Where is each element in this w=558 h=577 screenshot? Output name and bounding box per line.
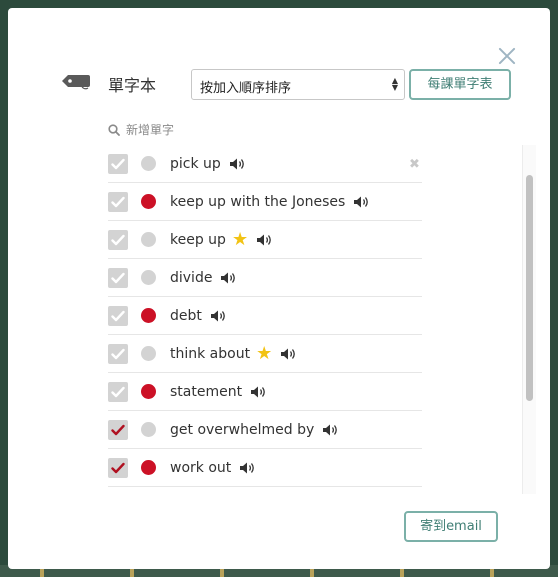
list-item[interactable]: statement [108,373,422,411]
speaker-icon[interactable] [250,385,266,399]
speaker-icon[interactable] [280,347,296,361]
word-text: think about [170,345,251,362]
add-word-label: 新增單字 [126,123,175,137]
checkbox[interactable] [108,419,128,440]
status-dot [141,308,156,323]
status-dot [141,460,156,475]
scrollbar[interactable] [522,145,536,494]
list-item[interactable]: keep up with the Joneses [108,183,422,221]
word-text: work out [170,459,232,476]
speaker-icon[interactable] [322,423,338,437]
status-dot [141,346,156,361]
checkbox[interactable] [108,191,128,212]
sort-select[interactable]: 按加入順序排序 ▲ ▼ [191,69,405,100]
list-item[interactable]: pick up ✖ [108,145,422,183]
checkbox[interactable] [108,381,128,402]
speaker-icon[interactable] [220,271,236,285]
word-list: pick up ✖ keep up with the Joneses keep up ★… [108,145,522,494]
send-email-button[interactable]: 寄到email [404,511,498,542]
status-dot [141,270,156,285]
status-dot [141,156,156,171]
list-item[interactable]: think about ★ [108,335,422,373]
status-dot [141,422,156,437]
star-icon: ★ [231,228,249,250]
sort-select-value: 按加入順序排序 [200,81,292,96]
speaker-icon[interactable] [210,309,226,323]
search-icon [108,123,120,136]
status-dot [141,384,156,399]
status-dot [141,194,156,209]
close-icon[interactable] [498,47,516,65]
word-text: keep up with the Joneses [170,193,346,210]
remove-word-icon[interactable]: ✖ [409,157,420,172]
checkbox[interactable] [108,343,128,364]
lesson-word-list-button[interactable]: 每課單字表 [409,69,511,100]
word-text: pick up [170,155,221,172]
tag-icon [60,72,92,94]
speaker-icon[interactable] [256,233,272,247]
speaker-icon[interactable] [353,195,369,209]
checkbox[interactable] [108,457,128,478]
status-dot [141,232,156,247]
checkbox[interactable] [108,229,128,250]
list-item[interactable]: debt [108,297,422,335]
speaker-icon[interactable] [239,461,255,475]
scrollbar-thumb[interactable] [526,175,533,401]
select-arrows-icon: ▲ ▼ [391,76,398,92]
add-word-link[interactable]: 新增單字 [108,121,174,138]
word-text: get overwhelmed by [170,421,315,438]
list-item[interactable] [108,487,422,494]
word-text: debt [170,307,202,324]
page-title: 單字本 [108,76,157,95]
word-text: divide [170,269,213,286]
checkbox[interactable] [108,267,128,288]
list-item[interactable]: divide [108,259,422,297]
list-item[interactable]: keep up ★ [108,221,422,259]
checkbox[interactable] [108,305,128,326]
word-text: statement [170,383,243,400]
checkbox[interactable] [108,153,128,174]
list-item[interactable]: work out [108,449,422,487]
list-item[interactable]: get overwhelmed by [108,411,422,449]
star-icon: ★ [256,342,273,364]
vocabulary-modal: 單字本 按加入順序排序 ▲ ▼ 每課單字表 新增單字 pick up ✖ keep u… [8,8,550,569]
word-text: keep up [170,231,226,248]
speaker-icon[interactable] [229,157,245,171]
